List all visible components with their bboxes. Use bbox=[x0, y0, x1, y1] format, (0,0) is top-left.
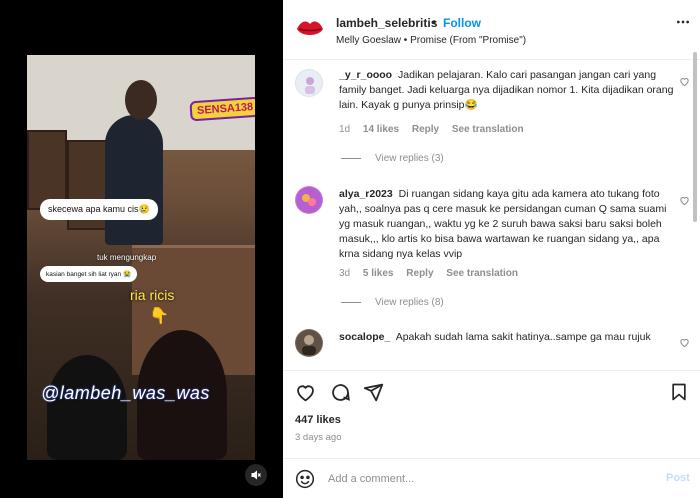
avatar[interactable] bbox=[295, 14, 325, 44]
video-person bbox=[105, 115, 163, 245]
see-translation-button[interactable]: See translation bbox=[452, 124, 524, 135]
post-header: lambeh_selebritis • Follow Melly Goeslaw… bbox=[283, 0, 700, 60]
smiley-icon[interactable] bbox=[295, 469, 315, 489]
avatar[interactable] bbox=[295, 186, 323, 214]
avatar[interactable] bbox=[295, 329, 323, 357]
video-person bbox=[47, 355, 127, 460]
video-person-head bbox=[125, 80, 157, 120]
video-watermark: @lambeh_was_was bbox=[41, 383, 210, 403]
comment-username[interactable]: alya_r2023 bbox=[339, 188, 393, 200]
post-comment-button[interactable]: Post bbox=[666, 472, 690, 484]
post-date: 3 days ago bbox=[295, 432, 342, 443]
post-details-panel: lambeh_selebritis • Follow Melly Goeslaw… bbox=[283, 0, 700, 498]
comment-time: 3d bbox=[339, 268, 351, 279]
comment-input[interactable] bbox=[328, 469, 648, 489]
comment-likes[interactable]: 5 likes bbox=[363, 268, 394, 279]
comment-username[interactable]: socalope_ bbox=[339, 331, 390, 343]
avatar[interactable] bbox=[295, 69, 323, 97]
comment-username[interactable]: _y_r_oooo bbox=[339, 69, 392, 81]
post-author-username[interactable]: lambeh_selebritis bbox=[336, 16, 437, 30]
replies-line bbox=[341, 157, 361, 159]
comment-body: socalope_ Apakah sudah lama sakit hatiny… bbox=[339, 330, 675, 345]
separator-dot: • bbox=[432, 15, 437, 29]
view-replies-button[interactable]: View replies (3) bbox=[341, 153, 444, 164]
pointing-down-emoji: 👇 bbox=[149, 308, 169, 325]
comment-meta: 1d 14 likes Reply See translation bbox=[339, 124, 534, 135]
comment-body: _y_r_oooo Jadikan pelajaran. Kalo cari p… bbox=[339, 68, 675, 113]
more-horizontal-icon[interactable] bbox=[675, 14, 691, 35]
reply-button[interactable]: Reply bbox=[406, 268, 433, 279]
music-attribution[interactable]: Melly Goeslaw • Promise (From "Promise") bbox=[336, 35, 526, 46]
comment-meta: 3d 5 likes Reply See translation bbox=[339, 268, 528, 279]
heart-icon[interactable] bbox=[294, 381, 316, 403]
paper-plane-icon[interactable] bbox=[362, 381, 384, 403]
comments-list[interactable]: _y_r_oooo Jadikan pelajaran. Kalo cari p… bbox=[283, 61, 700, 369]
media-panel: SENSA138 skecewa apa kamu cis😢 tuk mengu… bbox=[0, 0, 283, 498]
replies-line bbox=[341, 301, 361, 303]
likes-count[interactable]: 447 likes bbox=[295, 414, 341, 426]
video-text-bubble: kasian banget sih liat ryan 😭 bbox=[40, 266, 138, 282]
video-chair bbox=[27, 130, 67, 210]
scrollbar[interactable] bbox=[690, 4, 700, 494]
add-comment-bar: Post bbox=[283, 458, 700, 498]
comment-icon[interactable] bbox=[329, 381, 351, 403]
comment-body: alya_r2023 Di ruangan sidang kaya gitu a… bbox=[339, 187, 675, 262]
comment-text: Apakah sudah lama sakit hatinya..sampe g… bbox=[395, 331, 651, 343]
view-replies-label: View replies (3) bbox=[375, 153, 444, 164]
comment-likes[interactable]: 14 likes bbox=[363, 124, 399, 135]
action-bar bbox=[283, 370, 700, 410]
video-text-bubble: skecewa apa kamu cis😢 bbox=[40, 199, 158, 220]
scrollbar-thumb[interactable] bbox=[693, 52, 697, 222]
heart-icon[interactable] bbox=[679, 337, 690, 351]
muted-speaker-icon[interactable] bbox=[245, 464, 267, 486]
heart-icon[interactable] bbox=[679, 195, 690, 209]
lips-logo-icon bbox=[297, 21, 323, 35]
view-replies-button[interactable]: View replies (8) bbox=[341, 297, 444, 308]
heart-icon[interactable] bbox=[679, 76, 690, 90]
follow-button[interactable]: Follow bbox=[443, 16, 481, 30]
video-caption: tuk mengungkap bbox=[97, 253, 157, 262]
view-replies-label: View replies (8) bbox=[375, 297, 444, 308]
see-translation-button[interactable]: See translation bbox=[446, 268, 518, 279]
bookmark-icon[interactable] bbox=[668, 381, 690, 403]
reply-button[interactable]: Reply bbox=[412, 124, 439, 135]
comment-time: 1d bbox=[339, 124, 351, 135]
video-player[interactable]: SENSA138 skecewa apa kamu cis😢 tuk mengu… bbox=[27, 55, 255, 460]
video-caption: ria ricis bbox=[130, 287, 175, 303]
